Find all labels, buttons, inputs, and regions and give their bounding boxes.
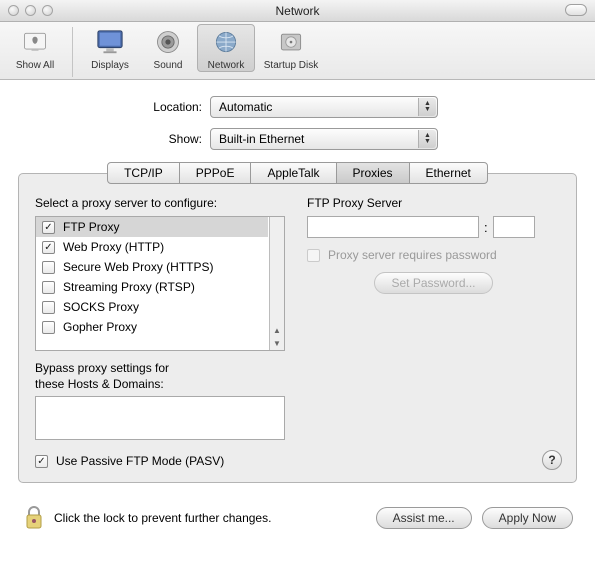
toolbar-displays[interactable]: Displays bbox=[81, 24, 139, 71]
tab-tcpip[interactable]: TCP/IP bbox=[107, 162, 180, 184]
ftp-proxy-port-field[interactable] bbox=[493, 216, 535, 238]
passive-ftp-label: Use Passive FTP Mode (PASV) bbox=[56, 454, 224, 468]
window-title: Network bbox=[0, 4, 595, 18]
toolbar-label: Show All bbox=[16, 60, 54, 71]
show-value: Built-in Ethernet bbox=[219, 132, 304, 146]
scrollbar[interactable]: ▲ ▼ bbox=[269, 217, 284, 350]
proxy-select-label: Select a proxy server to configure: bbox=[35, 196, 285, 210]
toolbar-label: Startup Disk bbox=[264, 60, 318, 71]
toolbar-show-all[interactable]: Show All bbox=[6, 24, 64, 71]
toolbar-network[interactable]: Network bbox=[197, 24, 255, 72]
toolbar-label: Network bbox=[208, 60, 245, 71]
set-password-button[interactable]: Set Password... bbox=[374, 272, 492, 294]
bypass-hosts-field[interactable] bbox=[35, 396, 285, 440]
bypass-label: Bypass proxy settings for these Hosts & … bbox=[35, 361, 285, 392]
checkbox[interactable]: ✓ bbox=[42, 221, 55, 234]
assist-me-button[interactable]: Assist me... bbox=[376, 507, 472, 529]
location-popup[interactable]: Automatic ▲▼ bbox=[210, 96, 438, 118]
list-item[interactable]: Gopher Proxy bbox=[36, 317, 268, 337]
checkbox[interactable] bbox=[42, 281, 55, 294]
tab-appletalk[interactable]: AppleTalk bbox=[250, 162, 336, 184]
disk-icon bbox=[274, 26, 308, 58]
list-item[interactable]: Streaming Proxy (RTSP) bbox=[36, 277, 268, 297]
list-item-label: Streaming Proxy (RTSP) bbox=[63, 280, 195, 294]
titlebar: Network bbox=[0, 0, 595, 22]
show-popup[interactable]: Built-in Ethernet ▲▼ bbox=[210, 128, 438, 150]
checkbox[interactable] bbox=[42, 261, 55, 274]
show-label: Show: bbox=[18, 132, 210, 146]
toolbar-sound[interactable]: Sound bbox=[139, 24, 197, 71]
speaker-icon bbox=[151, 26, 185, 58]
ftp-proxy-server-label: FTP Proxy Server bbox=[307, 196, 560, 210]
list-item[interactable]: SOCKS Proxy bbox=[36, 297, 268, 317]
list-item-label: SOCKS Proxy bbox=[63, 300, 139, 314]
proxy-list[interactable]: ✓ FTP Proxy ✓ Web Proxy (HTTP) Secure We… bbox=[35, 216, 285, 351]
ftp-proxy-host-field[interactable] bbox=[307, 216, 479, 238]
apple-logo-icon bbox=[18, 26, 52, 58]
checkbox[interactable] bbox=[42, 301, 55, 314]
chevron-up-down-icon: ▲▼ bbox=[418, 130, 436, 148]
checkbox[interactable] bbox=[42, 321, 55, 334]
chevron-up-down-icon: ▲▼ bbox=[418, 98, 436, 116]
toolbar-toggle-button[interactable] bbox=[565, 4, 587, 16]
tab-row: TCP/IP PPPoE AppleTalk Proxies Ethernet bbox=[18, 162, 577, 184]
scroll-up-icon[interactable]: ▲ bbox=[273, 324, 281, 337]
lock-icon[interactable] bbox=[22, 505, 46, 531]
requires-password-label: Proxy server requires password bbox=[328, 248, 497, 262]
tab-ethernet[interactable]: Ethernet bbox=[409, 162, 488, 184]
toolbar-startup-disk[interactable]: Startup Disk bbox=[255, 24, 327, 71]
tab-proxies[interactable]: Proxies bbox=[336, 162, 410, 184]
toolbar-label: Displays bbox=[91, 60, 129, 71]
location-value: Automatic bbox=[219, 100, 272, 114]
requires-password-checkbox[interactable] bbox=[307, 249, 320, 262]
host-port-separator: : bbox=[484, 220, 488, 235]
toolbar-label: Sound bbox=[154, 60, 183, 71]
scroll-down-icon[interactable]: ▼ bbox=[273, 337, 281, 350]
location-label: Location: bbox=[18, 100, 210, 114]
globe-icon bbox=[209, 26, 243, 58]
list-item[interactable]: Secure Web Proxy (HTTPS) bbox=[36, 257, 268, 277]
passive-ftp-checkbox[interactable]: ✓ bbox=[35, 455, 48, 468]
lock-text: Click the lock to prevent further change… bbox=[54, 511, 376, 525]
tab-panel-proxies: Select a proxy server to configure: ✓ FT… bbox=[18, 173, 577, 483]
apply-now-button[interactable]: Apply Now bbox=[482, 507, 573, 529]
checkbox[interactable]: ✓ bbox=[42, 241, 55, 254]
list-item[interactable]: ✓ Web Proxy (HTTP) bbox=[36, 237, 268, 257]
tab-pppoe[interactable]: PPPoE bbox=[179, 162, 252, 184]
toolbar: Show All Displays Sound Network Startup … bbox=[0, 22, 595, 80]
list-item-label: Web Proxy (HTTP) bbox=[63, 240, 164, 254]
list-item-label: Secure Web Proxy (HTTPS) bbox=[63, 260, 213, 274]
list-item-label: Gopher Proxy bbox=[63, 320, 137, 334]
list-item[interactable]: ✓ FTP Proxy bbox=[36, 217, 268, 237]
display-icon bbox=[93, 26, 127, 58]
list-item-label: FTP Proxy bbox=[63, 220, 119, 234]
